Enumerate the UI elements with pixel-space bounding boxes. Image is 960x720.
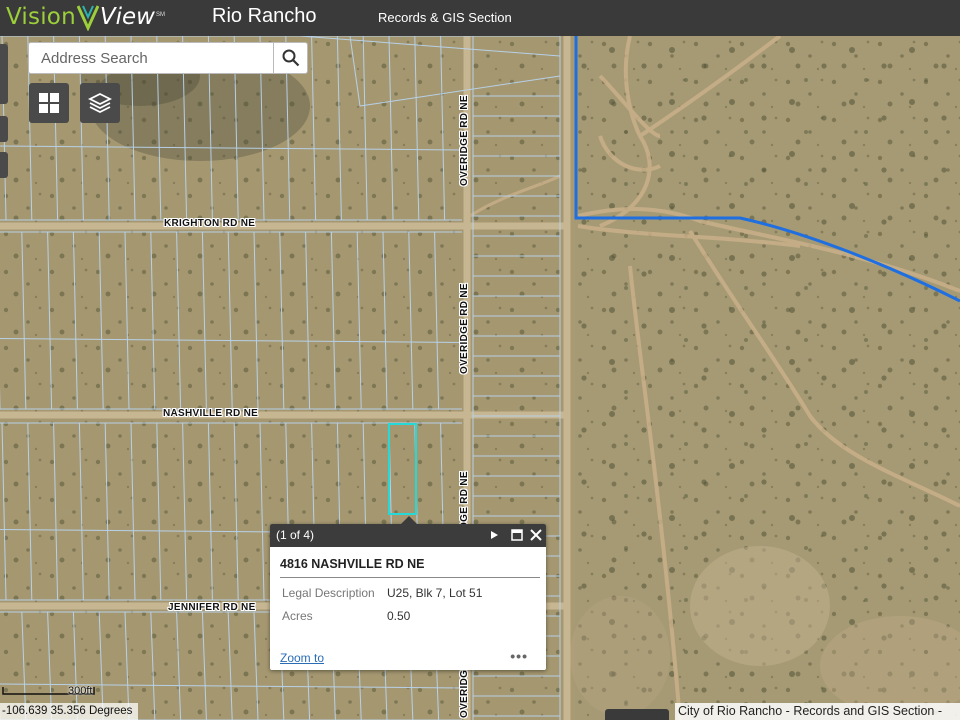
popup-title: 4816 NASHVILLE RD NE — [280, 557, 425, 571]
basemap-gallery-button[interactable] — [29, 83, 69, 123]
more-actions-button[interactable]: ••• — [510, 648, 528, 664]
locate-button[interactable] — [0, 152, 8, 178]
app-header: Vision View SM Rio Rancho Records & GIS … — [0, 0, 960, 36]
road-label-overidge-top: OVERIDGE RD NE — [459, 95, 470, 186]
app-title: Rio Rancho — [212, 5, 317, 27]
logo-text-view: View — [99, 4, 155, 30]
popup-pointer — [400, 516, 418, 525]
grid-icon — [39, 93, 59, 113]
popup-header: (1 of 4) — [270, 516, 546, 547]
popup-maximize-button[interactable] — [510, 528, 524, 542]
road-label-krighton: KRIGHTON RD NE — [164, 218, 256, 229]
field-value-acres: 0.50 — [387, 609, 411, 623]
layers-icon — [88, 92, 112, 114]
popup-divider — [280, 577, 540, 578]
popup-next-button[interactable] — [487, 528, 501, 542]
logo-sm-mark: SM — [155, 12, 165, 18]
home-button[interactable] — [0, 116, 8, 142]
search-button[interactable] — [273, 43, 307, 73]
zoom-control[interactable] — [0, 44, 8, 104]
section-title: Records & GIS Section — [378, 10, 512, 25]
zoom-to-link[interactable]: Zoom to — [280, 651, 324, 665]
popup-close-button[interactable] — [529, 528, 543, 542]
bottom-panel-toggle[interactable] — [605, 709, 669, 720]
road-label-overidge-middle: OVERIDGE RD NE — [459, 283, 470, 374]
close-icon — [530, 529, 542, 541]
road-label-nashville: NASHVILLE RD NE — [163, 408, 259, 419]
scale-bar-label: 300ft — [68, 685, 93, 697]
layers-button[interactable] — [80, 83, 120, 123]
address-search-input[interactable] — [29, 43, 273, 73]
map-attribution: City of Rio Rancho - Records and GIS Sec… — [675, 703, 960, 720]
logo-text-vision: Vision — [6, 4, 76, 30]
field-label-acres: Acres — [282, 609, 313, 623]
field-label-legal-description: Legal Description — [282, 586, 375, 600]
coordinate-readout: -106.639 35.356 Degrees — [0, 703, 138, 720]
popup-feature-count: (1 of 4) — [276, 528, 315, 542]
play-icon — [491, 531, 498, 539]
maximize-icon — [511, 529, 523, 541]
search-icon — [282, 49, 299, 67]
vision-view-logo: Vision View SM — [6, 2, 165, 32]
parcel-info-popup: (1 of 4) 4816 NASHVILLE RD NE Legal Desc… — [270, 516, 546, 670]
road-label-jennifer: JENNIFER RD NE — [168, 602, 256, 613]
field-value-legal-description: U25, Blk 7, Lot 51 — [387, 586, 483, 600]
logo-v-mark-icon — [76, 5, 99, 31]
road-label-overidge-bottom: OVERIDGE — [459, 662, 470, 718]
address-search — [28, 42, 308, 74]
